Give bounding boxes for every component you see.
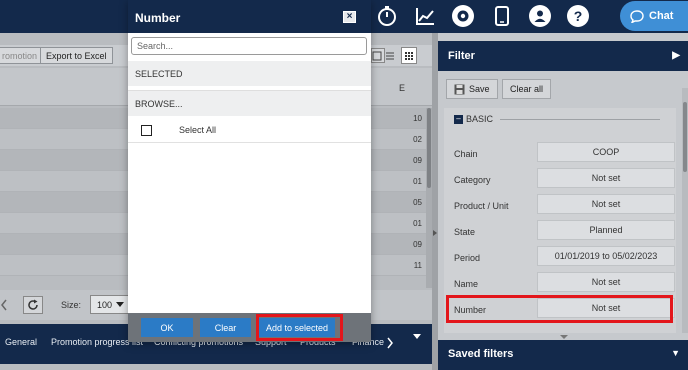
clear-all-label: Clear all	[510, 84, 544, 94]
add-button-highlight	[256, 314, 343, 341]
filter-label-product-unit: Product / Unit	[454, 201, 509, 211]
basic-label: BASIC	[466, 114, 494, 124]
filter-title: Filter	[448, 50, 475, 62]
filter-value-chain[interactable]: COOP	[537, 142, 675, 162]
analytics-button[interactable]	[412, 3, 438, 29]
filter-value-period[interactable]: 01/01/2019 to 05/02/2023	[537, 246, 675, 266]
user-icon	[529, 5, 551, 27]
saved-filters-header[interactable]: Saved filters ▼	[438, 340, 688, 370]
filter-value-state[interactable]: Planned	[537, 220, 675, 240]
basic-section-title[interactable]: – BASIC	[454, 114, 661, 124]
select-all-checkbox[interactable]	[141, 125, 152, 136]
help-icon: ?	[567, 5, 589, 27]
collapse-arrow-icon[interactable]	[433, 230, 437, 236]
search-input[interactable]	[131, 37, 367, 55]
filter-label-name: Name	[454, 279, 479, 289]
number-filter-highlight	[446, 295, 673, 323]
chat-label: Chat	[649, 10, 674, 22]
row-value: 09	[413, 156, 422, 165]
row-value: 01	[413, 219, 422, 228]
select-all-label: Select All	[179, 125, 217, 135]
settings-button[interactable]	[450, 3, 476, 29]
export-to-excel-button[interactable]: Export to Excel	[40, 47, 113, 64]
tablet-icon	[495, 6, 509, 26]
save-filter-button[interactable]: Save	[446, 79, 498, 99]
row-value: 02	[413, 135, 422, 144]
save-icon	[454, 84, 465, 94]
list-view-icon	[386, 52, 394, 60]
row-value: 05	[413, 198, 422, 207]
tab-general[interactable]: General	[5, 337, 37, 347]
browse-section-header: BROWSE...	[128, 91, 371, 116]
chat-button[interactable]: Chat	[620, 1, 688, 31]
chevron-down-icon	[116, 302, 124, 307]
user-button[interactable]	[527, 3, 553, 29]
gear-icon	[452, 5, 474, 27]
chevron-down-icon[interactable]: ▼	[671, 348, 680, 358]
promotion-button[interactable]: romotion	[0, 47, 44, 64]
number-picker-dialog: Number × SELECTED BROWSE... Select All O…	[128, 0, 371, 342]
device-button[interactable]	[489, 3, 515, 29]
row-value: 11	[413, 261, 422, 270]
selected-section-header: SELECTED	[128, 61, 371, 86]
save-label: Save	[469, 84, 490, 94]
tabs-dropdown-icon[interactable]	[413, 334, 421, 339]
chat-bubble-icon	[630, 9, 644, 23]
page-size-value: 100	[97, 299, 113, 310]
close-button[interactable]: ×	[343, 11, 356, 23]
timer-button[interactable]	[374, 3, 400, 29]
chevron-right-icon[interactable]	[386, 337, 394, 349]
dialog-header: Number	[128, 0, 371, 33]
view-toggle-list[interactable]	[383, 48, 397, 63]
filter-scrollbar[interactable]	[682, 88, 688, 333]
section-divider	[500, 118, 661, 120]
ok-button[interactable]: OK	[141, 318, 193, 337]
refresh-icon	[28, 299, 38, 310]
filter-panel-header[interactable]: Filter ▶	[438, 41, 688, 71]
filter-value-product-unit[interactable]: Not set	[537, 194, 675, 214]
collapse-minus-icon[interactable]: –	[454, 114, 463, 124]
select-all-row[interactable]: Select All	[128, 117, 371, 143]
expand-right-icon[interactable]: ▶	[672, 50, 680, 61]
filter-value-category[interactable]: Not set	[537, 168, 675, 188]
page-size-select[interactable]: 100	[90, 295, 130, 314]
dialog-title: Number	[135, 11, 181, 25]
chart-icon	[416, 8, 434, 25]
scrollbar-thumb[interactable]	[427, 108, 431, 188]
grid-view-icon	[405, 52, 413, 60]
filter-scrollbar-thumb[interactable]	[683, 102, 687, 172]
timer-icon	[378, 6, 396, 26]
page-size-label: Size:	[61, 300, 82, 310]
filter-label-chain: Chain	[454, 149, 478, 159]
column-header: E	[399, 83, 406, 93]
filter-label-state: State	[454, 227, 476, 237]
filter-label-category: Category	[454, 175, 491, 185]
resize-handle-icon[interactable]	[560, 335, 568, 339]
saved-filters-title: Saved filters	[448, 348, 514, 360]
view-toggle-grid[interactable]	[401, 47, 417, 64]
filter-value-name[interactable]: Not set	[537, 272, 675, 292]
row-value: 09	[413, 240, 422, 249]
row-value: 10	[413, 114, 422, 123]
clear-all-button[interactable]: Clear all	[502, 79, 552, 99]
prev-page-icon[interactable]	[0, 299, 8, 311]
help-button[interactable]: ?	[565, 3, 591, 29]
filter-label-period: Period	[454, 253, 481, 263]
row-value: 01	[413, 177, 422, 186]
clear-button[interactable]: Clear	[200, 318, 251, 337]
refresh-button[interactable]	[23, 296, 43, 314]
close-icon: ×	[346, 11, 353, 22]
